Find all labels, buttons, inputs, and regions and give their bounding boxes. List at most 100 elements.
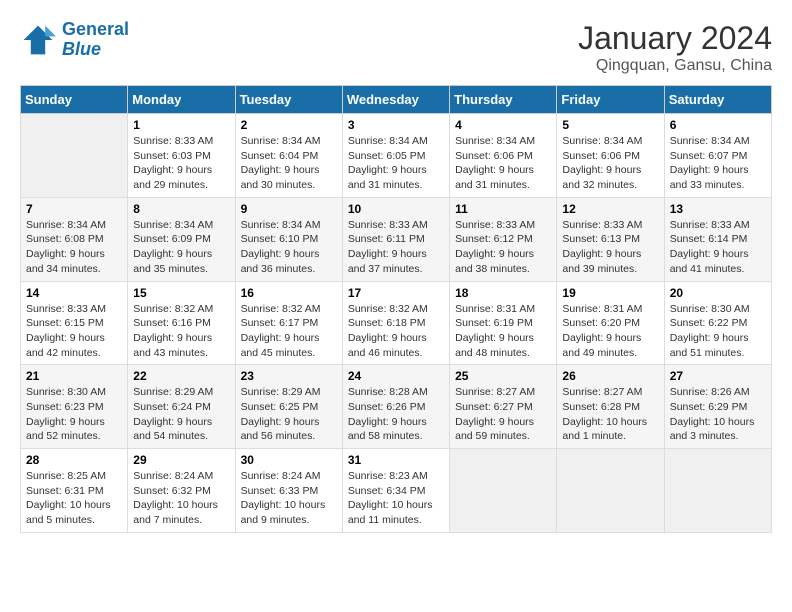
day-number: 7 xyxy=(26,202,122,216)
calendar-cell: 9 Sunrise: 8:34 AM Sunset: 6:10 PM Daylig… xyxy=(235,197,342,281)
day-info: Sunrise: 8:24 AM Sunset: 6:33 PM Dayligh… xyxy=(241,469,337,528)
day-number: 18 xyxy=(455,286,551,300)
day-number: 19 xyxy=(562,286,658,300)
day-number: 29 xyxy=(133,453,229,467)
day-number: 2 xyxy=(241,118,337,132)
day-info: Sunrise: 8:34 AM Sunset: 6:04 PM Dayligh… xyxy=(241,134,337,193)
calendar-cell: 29 Sunrise: 8:24 AM Sunset: 6:32 PM Dayli… xyxy=(128,449,235,533)
day-info: Sunrise: 8:33 AM Sunset: 6:03 PM Dayligh… xyxy=(133,134,229,193)
logo-line1: General xyxy=(62,19,129,39)
calendar-cell: 21Sunrise: 8:30 AM Sunset: 6:23 PM Dayli… xyxy=(21,365,128,449)
day-info: Sunrise: 8:33 AM Sunset: 6:12 PM Dayligh… xyxy=(455,218,551,277)
calendar-cell: 17 Sunrise: 8:32 AM Sunset: 6:18 PM Dayli… xyxy=(342,281,449,365)
day-number: 12 xyxy=(562,202,658,216)
calendar-cell: 19 Sunrise: 8:31 AM Sunset: 6:20 PM Dayli… xyxy=(557,281,664,365)
day-info: Sunrise: 8:31 AM Sunset: 6:19 PM Dayligh… xyxy=(455,302,551,361)
calendar-cell: 12Sunrise: 8:33 AM Sunset: 6:13 PM Dayli… xyxy=(557,197,664,281)
calendar-cell: 28 Sunrise: 8:25 AM Sunset: 6:31 PM Dayli… xyxy=(21,449,128,533)
calendar-cell: 31 Sunrise: 8:23 AM Sunset: 6:34 PM Dayli… xyxy=(342,449,449,533)
calendar-cell: 2 Sunrise: 8:34 AM Sunset: 6:04 PM Daylig… xyxy=(235,114,342,198)
calendar-cell: 11 Sunrise: 8:33 AM Sunset: 6:12 PM Dayli… xyxy=(450,197,557,281)
day-info: Sunrise: 8:32 AM Sunset: 6:16 PM Dayligh… xyxy=(133,302,229,361)
day-number: 17 xyxy=(348,286,444,300)
day-info: Sunrise: 8:34 AM Sunset: 6:05 PM Dayligh… xyxy=(348,134,444,193)
day-number: 10 xyxy=(348,202,444,216)
weekday-header: Sunday xyxy=(21,86,128,114)
day-number: 3 xyxy=(348,118,444,132)
calendar-table: SundayMondayTuesdayWednesdayThursdayFrid… xyxy=(20,85,772,533)
calendar-cell xyxy=(664,449,771,533)
day-number: 27 xyxy=(670,369,766,383)
day-number: 6 xyxy=(670,118,766,132)
calendar-cell: 8 Sunrise: 8:34 AM Sunset: 6:09 PM Daylig… xyxy=(128,197,235,281)
day-info: Sunrise: 8:34 AM Sunset: 6:10 PM Dayligh… xyxy=(241,218,337,277)
day-info: Sunrise: 8:31 AM Sunset: 6:20 PM Dayligh… xyxy=(562,302,658,361)
day-number: 25 xyxy=(455,369,551,383)
day-number: 15 xyxy=(133,286,229,300)
day-info: Sunrise: 8:33 AM Sunset: 6:15 PM Dayligh… xyxy=(26,302,122,361)
day-info: Sunrise: 8:23 AM Sunset: 6:34 PM Dayligh… xyxy=(348,469,444,528)
calendar-cell: 1 Sunrise: 8:33 AM Sunset: 6:03 PM Daylig… xyxy=(128,114,235,198)
day-number: 28 xyxy=(26,453,122,467)
day-info: Sunrise: 8:33 AM Sunset: 6:14 PM Dayligh… xyxy=(670,218,766,277)
day-number: 11 xyxy=(455,202,551,216)
calendar-cell: 18 Sunrise: 8:31 AM Sunset: 6:19 PM Dayli… xyxy=(450,281,557,365)
day-number: 20 xyxy=(670,286,766,300)
day-number: 23 xyxy=(241,369,337,383)
title-block: January 2024 Qingquan, Gansu, China xyxy=(578,20,772,75)
logo-icon xyxy=(20,22,56,58)
day-info: Sunrise: 8:25 AM Sunset: 6:31 PM Dayligh… xyxy=(26,469,122,528)
day-number: 16 xyxy=(241,286,337,300)
calendar-cell: 20 Sunrise: 8:30 AM Sunset: 6:22 PM Dayli… xyxy=(664,281,771,365)
subtitle: Qingquan, Gansu, China xyxy=(578,57,772,75)
day-number: 21 xyxy=(26,369,122,383)
calendar-cell: 27 Sunrise: 8:26 AM Sunset: 6:29 PM Dayli… xyxy=(664,365,771,449)
day-number: 5 xyxy=(562,118,658,132)
weekday-header: Thursday xyxy=(450,86,557,114)
day-info: Sunrise: 8:28 AM Sunset: 6:26 PM Dayligh… xyxy=(348,385,444,444)
logo-text: General Blue xyxy=(62,20,129,60)
day-info: Sunrise: 8:34 AM Sunset: 6:08 PM Dayligh… xyxy=(26,218,122,277)
day-info: Sunrise: 8:24 AM Sunset: 6:32 PM Dayligh… xyxy=(133,469,229,528)
weekday-header: Friday xyxy=(557,86,664,114)
calendar-cell xyxy=(21,114,128,198)
weekday-header-row: SundayMondayTuesdayWednesdayThursdayFrid… xyxy=(21,86,772,114)
day-info: Sunrise: 8:26 AM Sunset: 6:29 PM Dayligh… xyxy=(670,385,766,444)
day-info: Sunrise: 8:32 AM Sunset: 6:18 PM Dayligh… xyxy=(348,302,444,361)
day-info: Sunrise: 8:27 AM Sunset: 6:27 PM Dayligh… xyxy=(455,385,551,444)
calendar-cell: 22Sunrise: 8:29 AM Sunset: 6:24 PM Dayli… xyxy=(128,365,235,449)
calendar-cell: 6 Sunrise: 8:34 AM Sunset: 6:07 PM Daylig… xyxy=(664,114,771,198)
day-info: Sunrise: 8:33 AM Sunset: 6:11 PM Dayligh… xyxy=(348,218,444,277)
day-number: 8 xyxy=(133,202,229,216)
day-info: Sunrise: 8:30 AM Sunset: 6:22 PM Dayligh… xyxy=(670,302,766,361)
weekday-header: Tuesday xyxy=(235,86,342,114)
day-info: Sunrise: 8:34 AM Sunset: 6:07 PM Dayligh… xyxy=(670,134,766,193)
calendar-week-row: 1 Sunrise: 8:33 AM Sunset: 6:03 PM Daylig… xyxy=(21,114,772,198)
day-number: 1 xyxy=(133,118,229,132)
day-number: 30 xyxy=(241,453,337,467)
day-number: 26 xyxy=(562,369,658,383)
day-number: 4 xyxy=(455,118,551,132)
day-info: Sunrise: 8:27 AM Sunset: 6:28 PM Dayligh… xyxy=(562,385,658,444)
calendar-cell: 13 Sunrise: 8:33 AM Sunset: 6:14 PM Dayli… xyxy=(664,197,771,281)
calendar-cell: 30 Sunrise: 8:24 AM Sunset: 6:33 PM Dayli… xyxy=(235,449,342,533)
day-info: Sunrise: 8:29 AM Sunset: 6:25 PM Dayligh… xyxy=(241,385,337,444)
calendar-cell: 3 Sunrise: 8:34 AM Sunset: 6:05 PM Daylig… xyxy=(342,114,449,198)
day-info: Sunrise: 8:32 AM Sunset: 6:17 PM Dayligh… xyxy=(241,302,337,361)
weekday-header: Wednesday xyxy=(342,86,449,114)
calendar-cell: 24Sunrise: 8:28 AM Sunset: 6:26 PM Dayli… xyxy=(342,365,449,449)
day-number: 14 xyxy=(26,286,122,300)
calendar-cell: 26 Sunrise: 8:27 AM Sunset: 6:28 PM Dayli… xyxy=(557,365,664,449)
calendar-week-row: 28 Sunrise: 8:25 AM Sunset: 6:31 PM Dayli… xyxy=(21,449,772,533)
day-number: 9 xyxy=(241,202,337,216)
logo: General Blue xyxy=(20,20,129,60)
calendar-week-row: 7 Sunrise: 8:34 AM Sunset: 6:08 PM Daylig… xyxy=(21,197,772,281)
day-number: 13 xyxy=(670,202,766,216)
page-header: General Blue January 2024 Qingquan, Gans… xyxy=(20,20,772,75)
weekday-header: Saturday xyxy=(664,86,771,114)
day-info: Sunrise: 8:34 AM Sunset: 6:09 PM Dayligh… xyxy=(133,218,229,277)
day-number: 31 xyxy=(348,453,444,467)
calendar-cell: 7 Sunrise: 8:34 AM Sunset: 6:08 PM Daylig… xyxy=(21,197,128,281)
day-info: Sunrise: 8:34 AM Sunset: 6:06 PM Dayligh… xyxy=(562,134,658,193)
weekday-header: Monday xyxy=(128,86,235,114)
